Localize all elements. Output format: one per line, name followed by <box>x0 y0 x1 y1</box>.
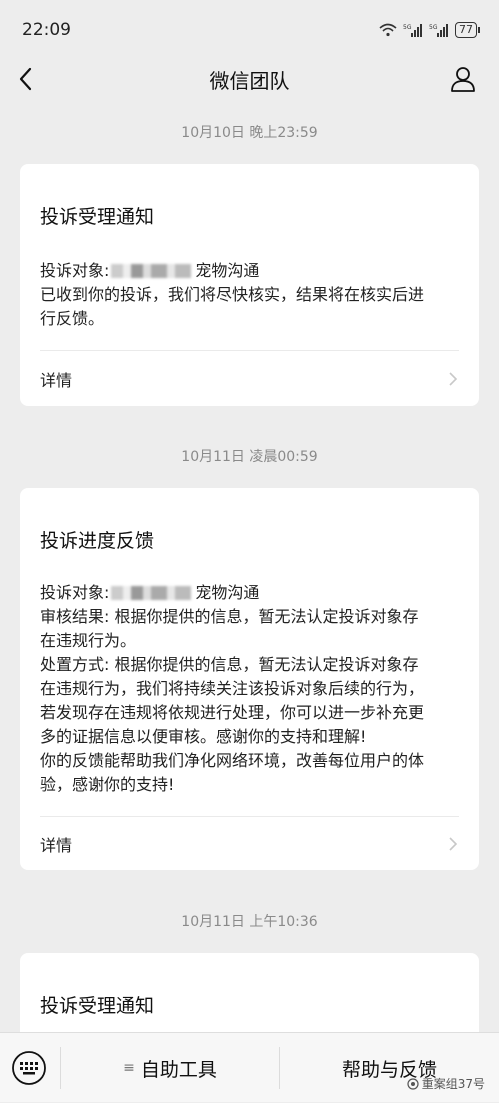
chevron-right-icon <box>449 837 458 851</box>
status-time: 22:09 <box>22 20 71 40</box>
signal-icon: 5G <box>403 24 422 37</box>
watermark-logo-icon <box>407 1077 419 1090</box>
menu-self-service-tools[interactable]: ≡ 自助工具 <box>61 1033 279 1103</box>
message-line: 在违规行为，我们将持续关注该投诉对象后续的行为， <box>40 679 425 698</box>
message-body: 投诉对象: 宠物沟通 审核结果: 根据你提供的信息，暂无法认定投诉对象存 在违规行… <box>40 581 459 797</box>
redacted-name <box>111 263 192 278</box>
back-arrow-icon[interactable] <box>14 64 40 94</box>
message-line: 你的反馈能帮助我们净化网络环境，改善每位用户的体 <box>40 751 425 770</box>
page-title: 微信团队 <box>209 68 290 93</box>
message-line: 多的证据信息以便审核。感谢你的支持和理解! <box>40 727 367 746</box>
complaint-target-line: 投诉对象: 宠物沟通 <box>40 581 459 605</box>
message-line: 若发现存在违规将依规进行处理，你可以进一步补充更 <box>40 703 425 722</box>
message-line: 验，感谢你的支持! <box>40 775 175 794</box>
message-line: 审核结果: 根据你提供的信息，暂无法认定投诉对象存 <box>40 607 419 626</box>
watermark-text: 重案组37号 <box>421 1077 485 1091</box>
message-card[interactable]: 投诉受理通知 投诉对象: 宠物沟通 已收到你的投诉，我们将尽快核实，结果将在核实后… <box>20 164 479 406</box>
profile-icon[interactable] <box>449 64 477 94</box>
message-body: 投诉对象: 宠物沟通 已收到你的投诉，我们将尽快核实，结果将在核实后进 行反馈。 <box>40 259 459 331</box>
complaint-target-label: 投诉对象: <box>40 261 110 280</box>
watermark: 重案组37号 <box>407 1075 485 1092</box>
svg-text:5G: 5G <box>429 24 438 31</box>
redacted-name <box>111 585 192 600</box>
message-timestamp: 10月11日 上午10:36 <box>181 914 318 930</box>
bottom-menu-bar: ≡ 自助工具 帮助与反馈 重案组37号 <box>0 1032 499 1102</box>
title-bar: 微信团队 <box>0 60 499 98</box>
message-timestamp: 10月10日 晚上23:59 <box>181 125 318 141</box>
complaint-target-label: 投诉对象: <box>40 583 110 602</box>
menu-label: 自助工具 <box>140 1058 217 1081</box>
message-line: 在违规行为。 <box>40 631 137 650</box>
message-line: 行反馈。 <box>40 309 105 328</box>
message-card[interactable]: 投诉进度反馈 投诉对象: 宠物沟通 审核结果: 根据你提供的信息，暂无法认定投诉对… <box>20 488 479 870</box>
signal-icon-2: 5G <box>429 24 448 37</box>
message-title: 投诉进度反馈 <box>40 530 155 552</box>
complaint-target-suffix: 宠物沟通 <box>195 261 260 280</box>
wifi-icon <box>379 23 397 37</box>
message-line: 已收到你的投诉，我们将尽快核实，结果将在核实后进 <box>40 285 425 304</box>
svg-text:5G: 5G <box>403 24 412 31</box>
menu-help-feedback[interactable]: 帮助与反馈 <box>280 1033 499 1103</box>
detail-link[interactable]: 详情 <box>40 364 459 394</box>
complaint-target-line: 投诉对象: 宠物沟通 <box>40 259 459 283</box>
battery-icon: 77 <box>455 22 480 38</box>
message-title: 投诉受理通知 <box>40 995 155 1017</box>
detail-label: 详情 <box>40 836 73 855</box>
message-timestamp: 10月11日 凌晨00:59 <box>181 449 318 465</box>
card-divider <box>40 350 459 351</box>
keyboard-icon[interactable] <box>11 1050 47 1086</box>
complaint-target-suffix: 宠物沟通 <box>195 583 260 602</box>
message-title: 投诉受理通知 <box>40 206 155 228</box>
card-divider <box>40 816 459 817</box>
system-icons: 5G 5G 77 <box>379 22 480 38</box>
chevron-right-icon <box>449 372 458 386</box>
message-line: 处置方式: 根据你提供的信息，暂无法认定投诉对象存 <box>40 655 419 674</box>
detail-label: 详情 <box>40 371 73 390</box>
status-bar: 22:09 5G 5G 77 <box>0 0 499 60</box>
menu-list-icon: ≡ <box>123 1060 135 1076</box>
detail-link[interactable]: 详情 <box>40 829 459 859</box>
